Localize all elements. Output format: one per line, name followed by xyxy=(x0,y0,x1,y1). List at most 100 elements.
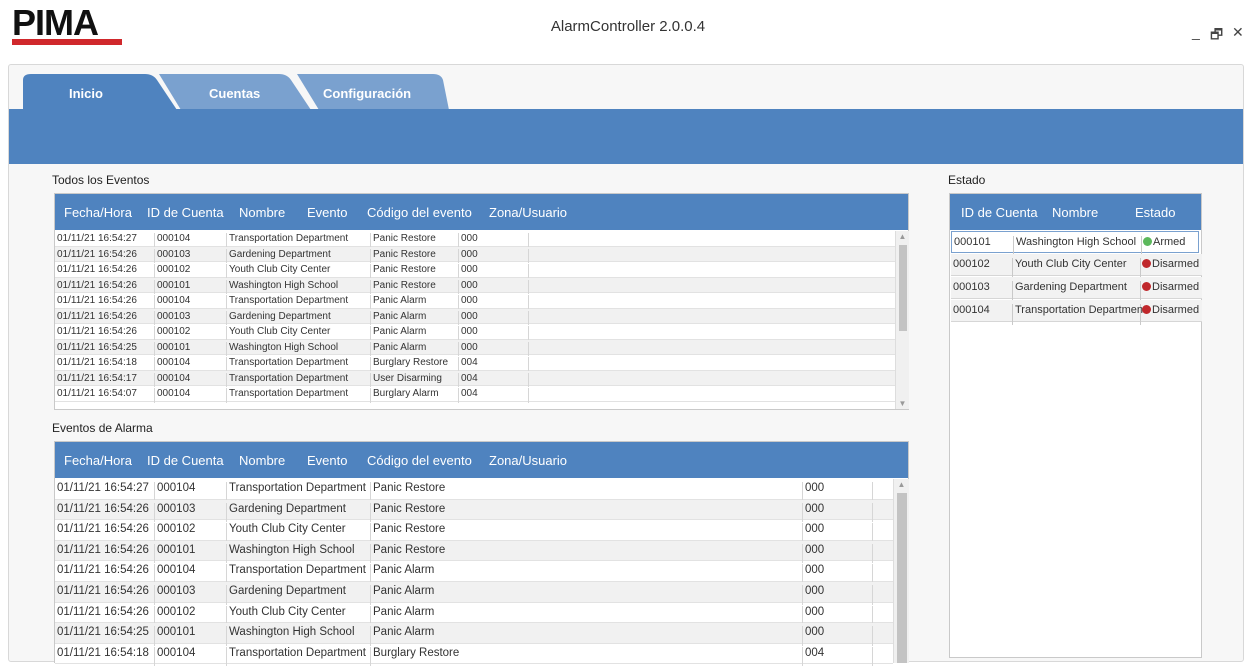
all-events-grid[interactable]: Fecha/Hora ID de Cuenta Nombre Evento Có… xyxy=(54,193,909,410)
col-nombre[interactable]: Nombre xyxy=(239,205,285,220)
cell-id: 000103 xyxy=(155,248,227,263)
table-row[interactable]: 01/11/21 16:54:27 000104 Transportation De… xyxy=(55,231,895,248)
table-row[interactable]: 01/11/21 16:54:27 000104 Transportation De… xyxy=(55,479,893,502)
status-grid[interactable]: ID de Cuenta Nombre Estado 000101 Washing… xyxy=(949,193,1202,658)
status-dot-icon xyxy=(1142,282,1151,291)
cell-evento: Panic Restore xyxy=(371,264,459,279)
table-row[interactable]: 01/11/21 16:54:26 000102 Youth Club City C… xyxy=(55,520,893,543)
col-evento[interactable]: Evento xyxy=(307,453,347,468)
cell-id: 000104 xyxy=(155,233,227,248)
cell-id: 000103 xyxy=(953,281,1013,302)
tab-label: Configuración xyxy=(323,86,412,101)
col-zona[interactable]: Zona/Usuario xyxy=(489,453,567,468)
status-text: Armed xyxy=(1153,236,1186,248)
tab-configuracion[interactable]: Configuración xyxy=(297,74,457,110)
scroll-thumb[interactable] xyxy=(899,245,907,331)
scroll-thumb[interactable] xyxy=(897,493,907,663)
table-row[interactable]: 01/11/21 16:54:17 000104 Transportation De… xyxy=(55,370,895,387)
grid-header: ID de Cuenta Nombre Estado xyxy=(950,194,1201,230)
table-row[interactable]: 01/11/21 16:54:26 000102 Youth Club City C… xyxy=(55,324,895,341)
table-row[interactable]: 01/11/21 16:54:18 000104 Transportation De… xyxy=(55,644,893,666)
col-nombre[interactable]: Nombre xyxy=(1052,205,1098,220)
status-row[interactable]: 000104 Transportation Department Disarmed xyxy=(951,300,1202,325)
col-codigo[interactable]: Código del evento xyxy=(367,453,472,468)
scroll-up-icon[interactable]: ▲ xyxy=(896,232,909,241)
cell-id: 000102 xyxy=(953,258,1013,279)
table-row[interactable]: 01/11/21 16:54:25 000101 Washington High S… xyxy=(55,623,893,646)
close-button[interactable]: ✕ xyxy=(1232,24,1244,41)
col-fecha[interactable]: Fecha/Hora xyxy=(64,453,132,468)
scroll-down-icon[interactable]: ▼ xyxy=(896,399,909,408)
title-bar: PIMA AlarmController 2.0.0.4 _ 🗗 ✕ xyxy=(0,0,1256,62)
cell-codigo: 004 xyxy=(459,357,529,372)
cell-id: 000104 xyxy=(155,646,227,666)
cell-evento: User Disarming xyxy=(371,372,459,387)
table-row[interactable]: 01/11/21 16:54:26 000103 Gardening Departm… xyxy=(55,582,893,605)
cell-codigo: 004 xyxy=(459,372,529,387)
col-fecha[interactable]: Fecha/Hora xyxy=(64,205,132,220)
cell-evento: Panic Alarm xyxy=(371,326,459,341)
cell-nombre: Gardening Department xyxy=(227,310,371,325)
cell-fecha: 01/11/21 16:54:17 xyxy=(55,372,155,387)
table-row[interactable]: 01/11/21 16:54:07 000104 Transportation De… xyxy=(55,386,895,403)
cell-fecha: 01/11/21 16:54:18 xyxy=(55,357,155,372)
status-row[interactable]: 000102 Youth Club City Center Disarmed xyxy=(951,254,1202,279)
tab-inicio[interactable]: Inicio xyxy=(17,74,177,110)
cell-codigo: 000 xyxy=(459,248,529,263)
main-frame: Inicio Cuentas Configuración Todos los E… xyxy=(8,64,1244,666)
grid-header: Fecha/Hora ID de Cuenta Nombre Evento Có… xyxy=(55,194,908,230)
status-title: Estado xyxy=(948,173,986,187)
status-text: Disarmed xyxy=(1152,281,1200,293)
table-row[interactable]: 01/11/21 16:54:26 000103 Gardening Departm… xyxy=(55,246,895,263)
status-dot-icon xyxy=(1142,305,1151,314)
scroll-up-icon[interactable]: ▲ xyxy=(894,480,909,489)
table-row[interactable]: 01/11/21 16:54:26 000101 Washington High S… xyxy=(55,277,895,294)
col-codigo[interactable]: Código del evento xyxy=(367,205,472,220)
cell-nombre: Transportation Department xyxy=(227,295,371,310)
cell-fecha: 01/11/21 16:54:27 xyxy=(55,233,155,248)
status-text: Disarmed xyxy=(1152,258,1200,270)
tab-cuentas[interactable]: Cuentas xyxy=(159,74,311,110)
cell-fecha: 01/11/21 16:54:26 xyxy=(55,248,155,263)
alarm-events-scrollbar[interactable]: ▲ xyxy=(893,479,909,663)
cell-estado: Disarmed xyxy=(1142,281,1200,302)
status-dot-icon xyxy=(1142,259,1151,268)
table-row[interactable]: 01/11/21 16:54:26 000103 Gardening Departm… xyxy=(55,499,893,523)
cell-id: 000101 xyxy=(155,279,227,294)
cell-fecha: 01/11/21 16:54:26 xyxy=(55,310,155,325)
col-id[interactable]: ID de Cuenta xyxy=(147,205,224,220)
cell-evento: Panic Restore xyxy=(371,279,459,294)
table-row[interactable]: 01/11/21 16:54:26 000102 Youth Club City C… xyxy=(55,262,895,279)
table-row[interactable]: 01/11/21 16:54:26 000102 Youth Club City C… xyxy=(55,603,893,626)
all-events-scrollbar[interactable]: ▲ ▼ xyxy=(895,231,909,409)
tab-label: Inicio xyxy=(69,86,103,101)
minimize-button[interactable]: _ xyxy=(1192,24,1200,40)
cell-fecha: 01/11/21 16:54:18 xyxy=(55,646,155,666)
alarm-events-grid[interactable]: Fecha/Hora ID de Cuenta Nombre Evento Có… xyxy=(54,441,909,666)
cell-estado: Disarmed xyxy=(1142,258,1200,279)
table-row[interactable]: 01/11/21 16:54:26 000103 Gardening Departm… xyxy=(55,308,895,325)
cell-evento: Panic Restore xyxy=(371,248,459,263)
ribbon xyxy=(9,109,1243,164)
table-row[interactable]: 01/11/21 16:54:26 000104 Transportation De… xyxy=(55,293,895,310)
cell-nombre: Transportation Department xyxy=(227,388,371,403)
col-id[interactable]: ID de Cuenta xyxy=(961,205,1038,220)
table-row[interactable]: 01/11/21 16:54:26 000104 Transportation De… xyxy=(55,561,893,584)
cell-nombre: Gardening Department xyxy=(227,248,371,263)
table-row[interactable]: 01/11/21 16:54:18 000104 Transportation De… xyxy=(55,355,895,372)
col-estado[interactable]: Estado xyxy=(1135,205,1175,220)
col-evento[interactable]: Evento xyxy=(307,205,347,220)
cell-id: 000103 xyxy=(155,310,227,325)
col-id[interactable]: ID de Cuenta xyxy=(147,453,224,468)
status-row[interactable]: 000101 Washington High School Armed xyxy=(951,231,1199,256)
status-row[interactable]: 000103 Gardening Department Disarmed xyxy=(951,277,1202,302)
table-row[interactable]: 01/11/21 16:54:26 000101 Washington High S… xyxy=(55,540,893,564)
table-row[interactable]: 01/11/21 16:54:25 000101 Washington High S… xyxy=(55,339,895,356)
cell-codigo: 004 xyxy=(459,388,529,403)
col-nombre[interactable]: Nombre xyxy=(239,453,285,468)
cell-id: 000104 xyxy=(155,295,227,310)
restore-button[interactable]: 🗗 xyxy=(1210,24,1223,48)
cell-nombre: Gardening Department xyxy=(1015,281,1141,302)
col-zona[interactable]: Zona/Usuario xyxy=(489,205,567,220)
cell-codigo: 004 xyxy=(803,646,873,666)
